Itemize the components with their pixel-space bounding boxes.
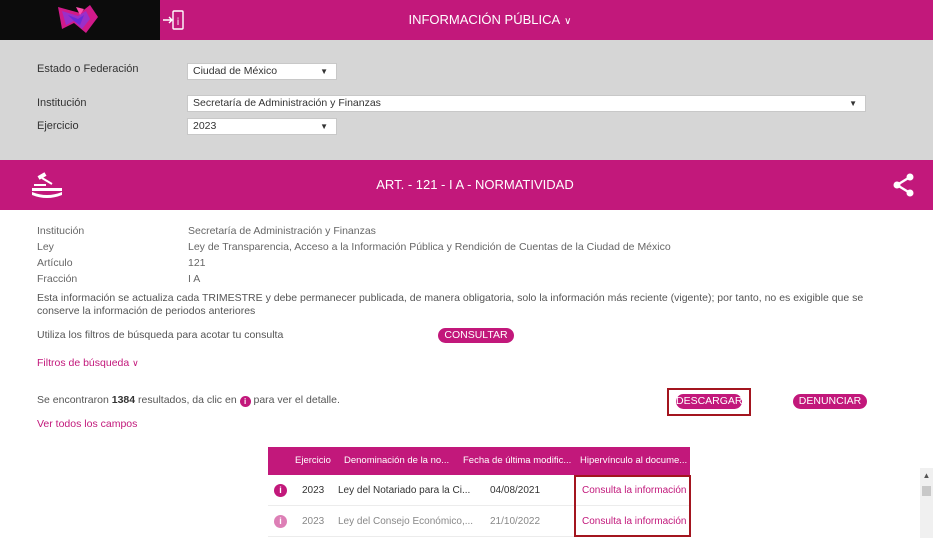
search-filters-toggle[interactable]: Filtros de búsqueda ∨ <box>37 357 139 369</box>
institucion-select-value: Secretaría de Administración y Finanzas <box>193 97 381 109</box>
chevron-down-icon: ∨ <box>132 358 139 368</box>
caret-down-icon: ▼ <box>320 122 328 131</box>
col-ejercicio[interactable]: Ejercicio <box>295 447 331 475</box>
svg-text:i: i <box>177 17 180 28</box>
search-filters-label: Filtros de búsqueda <box>37 357 130 369</box>
info-fraccion-label: Fracción <box>37 273 78 285</box>
estado-label: Estado o Federación <box>37 63 139 75</box>
top-bar: i INFORMACIÓN PÚBLICA ∨ <box>0 0 933 40</box>
info-icon[interactable]: i <box>274 484 287 497</box>
results-table-header: Ejercicio Denominación de la no... Fecha… <box>268 447 690 475</box>
results-suffix: para ver el detalle. <box>253 394 340 406</box>
institucion-select[interactable]: Secretaría de Administración y Finanzas … <box>187 95 866 112</box>
col-fecha[interactable]: Fecha de última modific... <box>463 447 571 475</box>
cell-ejercicio: 2023 <box>302 485 325 496</box>
exit-info-button[interactable]: i <box>160 0 186 40</box>
denunciar-button[interactable]: DENUNCIAR <box>793 394 867 409</box>
cell-fecha: 21/10/2022 <box>490 516 541 527</box>
ejercicio-select[interactable]: 2023 ▼ <box>187 118 337 135</box>
info-fraccion-value: I A <box>188 273 201 285</box>
pnt-logo-icon <box>58 5 98 33</box>
ver-todos-campos-link[interactable]: Ver todos los campos <box>37 418 137 430</box>
cell-denominacion: Ley del Notariado para la Ci... <box>338 485 471 496</box>
update-notice: Esta información se actualiza cada TRIME… <box>37 292 864 317</box>
cell-ejercicio: 2023 <box>302 516 325 527</box>
share-icon[interactable] <box>892 173 916 197</box>
hipervinculo-highlight <box>574 475 691 537</box>
results-count: 1384 <box>111 394 136 406</box>
ejercicio-select-value: 2023 <box>193 120 217 132</box>
exit-info-icon: i <box>163 10 184 30</box>
chevron-down-icon: ∨ <box>564 16 572 27</box>
info-icon: i <box>239 396 251 407</box>
col-denominacion[interactable]: Denominación de la no... <box>344 447 449 475</box>
section-title: ART. - 121 - I A - NORMATIVIDAD <box>376 177 574 192</box>
info-icon[interactable]: i <box>274 515 287 528</box>
ejercicio-label: Ejercicio <box>37 120 79 132</box>
info-articulo-label: Artículo <box>37 257 73 269</box>
caret-down-icon: ▼ <box>320 67 328 76</box>
institucion-label: Institución <box>37 97 87 109</box>
estado-select[interactable]: Ciudad de México ▼ <box>187 63 337 80</box>
info-ley-label: Ley <box>37 241 54 253</box>
results-summary: Se encontraron 1384 resultados, da clic … <box>37 394 340 407</box>
public-info-menu[interactable]: INFORMACIÓN PÚBLICA ∨ <box>300 0 680 40</box>
table-scrollbar[interactable]: ▲ <box>920 468 933 538</box>
public-info-title: INFORMACIÓN PÚBLICA <box>408 12 561 27</box>
estado-select-value: Ciudad de México <box>193 65 278 77</box>
filter-panel: Estado o Federación Ciudad de México ▼ I… <box>0 40 933 160</box>
law-gavel-icon <box>32 172 62 198</box>
results-middle: resultados, da clic en <box>138 394 237 406</box>
info-institucion-label: Institución <box>37 225 85 237</box>
scroll-thumb[interactable] <box>922 486 931 496</box>
info-institucion-value: Secretaría de Administración y Finanzas <box>188 225 376 237</box>
col-hipervinculo[interactable]: Hipervínculo al docume... <box>580 447 687 475</box>
cell-denominacion: Ley del Consejo Económico,... <box>338 516 474 527</box>
logo[interactable] <box>0 0 160 40</box>
info-ley-value: Ley de Transparencia, Acceso a la Inform… <box>188 241 671 253</box>
scroll-up-icon[interactable]: ▲ <box>920 471 933 480</box>
caret-down-icon: ▼ <box>849 99 857 108</box>
cell-fecha: 04/08/2021 <box>490 485 541 496</box>
results-prefix: Se encontraron <box>37 394 109 406</box>
consultar-button[interactable]: CONSULTAR <box>438 328 514 343</box>
descargar-button[interactable]: DESCARGAR <box>676 394 743 409</box>
use-filters-text: Utiliza los filtros de búsqueda para aco… <box>37 329 284 341</box>
info-articulo-value: 121 <box>188 257 206 269</box>
section-header: ART. - 121 - I A - NORMATIVIDAD <box>0 160 933 210</box>
